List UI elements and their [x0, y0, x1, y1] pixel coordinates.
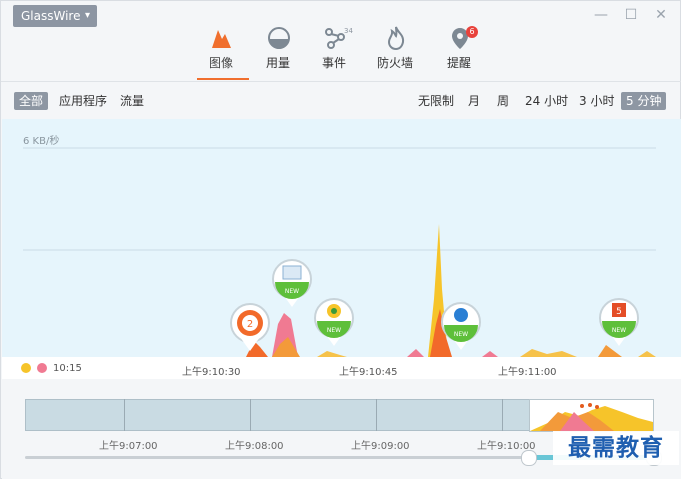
tab-label: 事件: [321, 56, 346, 70]
range-unlimited[interactable]: 无限制: [418, 92, 454, 110]
range-3h[interactable]: 3 小时: [579, 92, 614, 110]
upload-dot-icon: [37, 363, 47, 373]
overview-tick: [502, 399, 503, 431]
tab-label: 用量: [265, 56, 290, 70]
overview-tick: [376, 399, 377, 431]
marker-badge: NEW: [285, 288, 299, 295]
overview-time-label: 上午9:09:00: [351, 441, 410, 452]
window-app-icon: [282, 265, 302, 280]
chevron-down-icon: ▾: [84, 10, 90, 21]
watermark: 最需教育: [553, 431, 679, 465]
overview-tick: [124, 399, 125, 431]
legend-dots: [21, 363, 47, 373]
range-5min[interactable]: 5 分钟: [621, 92, 667, 110]
traffic-peak: [520, 349, 577, 357]
time-label: 上午9:11:00: [498, 367, 557, 378]
blue-app-icon: [454, 308, 468, 322]
y-axis-label: 6 KB/秒: [23, 136, 60, 147]
filter-apps[interactable]: 应用程序: [59, 92, 107, 110]
alerts-badge: 6: [466, 26, 478, 38]
close-button[interactable]: ✕: [653, 7, 669, 23]
divider: [1, 81, 681, 82]
maximize-button[interactable]: ☐: [623, 7, 639, 23]
range-month[interactable]: 月: [468, 92, 480, 110]
overview-selection[interactable]: [529, 399, 654, 432]
overview-tick: [250, 399, 251, 431]
range-start-handle[interactable]: [521, 450, 537, 466]
app-marker[interactable]: 5 NEW: [599, 298, 639, 346]
app-name: GlassWire: [21, 9, 81, 23]
graph-icon: [212, 30, 231, 48]
active-tab-indicator: [197, 78, 249, 80]
marker-badge: NEW: [327, 327, 341, 334]
app-window: GlassWire ▾ — ☐ ✕ 图像 用量 事件 34 防火墙 提醒 6 全…: [0, 0, 681, 479]
overview-time-label: 上午9:07:00: [99, 441, 158, 452]
tab-label: 图像: [208, 56, 233, 70]
tab-label: 防火墙: [376, 56, 413, 70]
firewall-icon: [387, 26, 405, 51]
download-dot-icon: [21, 363, 31, 373]
app-menu-button[interactable]: GlassWire ▾: [13, 5, 97, 27]
overview-traffic: [530, 403, 653, 431]
svg-text:5: 5: [616, 307, 622, 317]
filter-all[interactable]: 全部: [14, 92, 49, 110]
time-label: 上午9:10:45: [339, 367, 398, 378]
tab-label: 提醒: [446, 56, 471, 70]
traffic-peak: [598, 345, 622, 357]
time-label: 上午9:10:30: [182, 367, 241, 378]
app-marker[interactable]: 2: [230, 303, 270, 351]
traffic-graph[interactable]: 2 NEW NEW NEW 5 NEW: [2, 119, 681, 357]
filter-traffic[interactable]: 流量: [120, 92, 144, 110]
overview-time-label: 上午9:08:00: [225, 441, 284, 452]
events-count: 34: [344, 27, 353, 35]
traffic-graph-canvas: 2 NEW NEW NEW 5 NEW: [23, 147, 656, 357]
minimize-button[interactable]: —: [593, 7, 609, 23]
app-marker[interactable]: NEW: [314, 298, 354, 346]
traffic-peak: [407, 349, 424, 357]
range-24h[interactable]: 24 小时: [525, 92, 568, 110]
start-time: 10:15: [53, 363, 82, 374]
marker-badge: NEW: [612, 327, 626, 334]
usage-icon: [268, 27, 290, 49]
app-marker[interactable]: NEW: [272, 259, 312, 307]
marker-badge: 2: [247, 319, 253, 330]
range-week[interactable]: 周: [497, 92, 509, 110]
marker-badge: NEW: [454, 331, 468, 338]
